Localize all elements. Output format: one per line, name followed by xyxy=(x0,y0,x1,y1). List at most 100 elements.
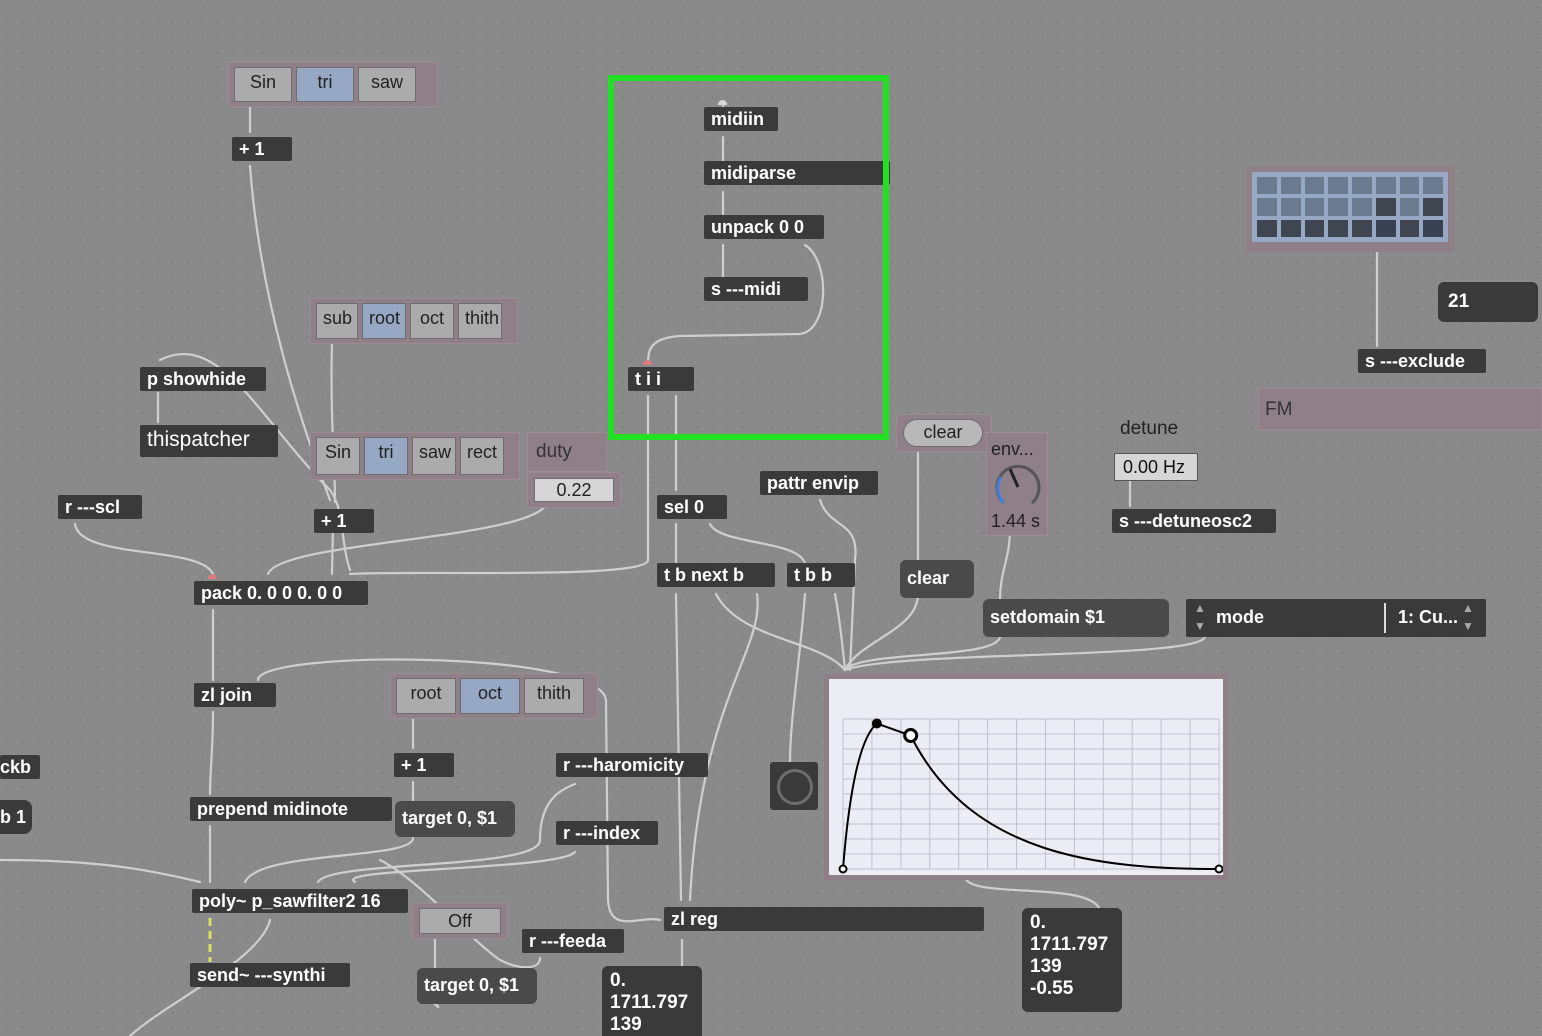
wave-saw-button[interactable]: saw xyxy=(358,67,416,102)
duty-label: duty xyxy=(536,441,572,462)
duty-label-box: duty xyxy=(527,432,607,472)
envelope-point[interactable] xyxy=(1214,864,1223,874)
dial-label: env... xyxy=(991,439,1034,459)
matrix-cell[interactable] xyxy=(1328,177,1348,195)
p-showhide-object[interactable]: p showhide xyxy=(140,367,266,391)
pack-object[interactable]: pack 0. 0 0 0. 0 0 xyxy=(194,581,368,605)
matrix-cell[interactable] xyxy=(1352,198,1372,216)
matrix-cell[interactable] xyxy=(1399,198,1420,216)
dial-knob-icon[interactable] xyxy=(990,461,1046,513)
send-synthi-object[interactable]: send~ ---synthi xyxy=(190,963,350,987)
poly-object[interactable]: poly~ p_sawfilter2 16 xyxy=(192,889,408,913)
interval2-thith-button[interactable]: thith xyxy=(524,678,584,714)
duty-number-box[interactable]: 0.22 xyxy=(527,472,621,508)
envelope-point[interactable] xyxy=(838,864,848,874)
target-message-2[interactable]: target 0, $1 xyxy=(417,968,537,1004)
setdomain-message[interactable]: setdomain $1 xyxy=(983,599,1169,637)
matrix-cell[interactable] xyxy=(1304,177,1325,195)
b-1-object[interactable]: b 1 xyxy=(0,800,32,834)
number-box-21[interactable]: 21 xyxy=(1438,282,1538,322)
selection-highlight xyxy=(608,75,889,440)
wave2-saw-button[interactable]: saw xyxy=(412,437,456,475)
interval-oct-button[interactable]: oct xyxy=(410,303,454,339)
target-message-1[interactable]: target 0, $1 xyxy=(395,801,515,837)
matrix-cell[interactable] xyxy=(1423,219,1443,237)
interval2-oct-button[interactable]: oct xyxy=(460,678,520,714)
s-exclude-object[interactable]: s ---exclude xyxy=(1358,349,1486,373)
bang-button[interactable] xyxy=(770,762,818,810)
zl-join-object[interactable]: zl join xyxy=(194,683,276,707)
waveform-menu-1[interactable]: Sin tri saw xyxy=(228,62,438,107)
r-index-object[interactable]: r ---index xyxy=(556,821,658,845)
matrix-cell[interactable] xyxy=(1257,198,1277,216)
s-detuneosc2-object[interactable]: s ---detuneosc2 xyxy=(1112,509,1276,533)
interval-thith-button[interactable]: thith xyxy=(458,303,502,339)
clear-message-box[interactable]: clear xyxy=(896,414,992,452)
wave2-tri-button[interactable]: tri xyxy=(364,437,408,475)
matrix-cell[interactable] xyxy=(1280,219,1301,237)
mode-arrows-icon: ▲ ▼ xyxy=(1194,601,1206,633)
detune-label: detune xyxy=(1120,418,1179,439)
matrix-cell[interactable] xyxy=(1352,177,1372,195)
envelope-dial-box[interactable]: env... 1.44 s xyxy=(986,432,1048,536)
clear-button[interactable]: clear xyxy=(900,560,974,598)
plus-one-object-a[interactable]: + 1 xyxy=(232,137,292,161)
toggle-box[interactable]: Off xyxy=(412,903,508,939)
wave-tri-button[interactable]: tri xyxy=(296,67,354,102)
mode-menu[interactable]: ▲ ▼ mode 1: Cu... ▲ ▼ xyxy=(1186,599,1486,637)
envelope-point[interactable] xyxy=(903,728,919,743)
matrix-cell[interactable] xyxy=(1328,198,1348,216)
matrix-cell[interactable] xyxy=(1280,198,1301,216)
matrix-cell[interactable] xyxy=(1423,198,1443,216)
envelope-point[interactable] xyxy=(871,718,882,729)
fm-label: FM xyxy=(1265,399,1293,420)
matrix-cell[interactable] xyxy=(1257,219,1277,237)
bang-circle-icon xyxy=(777,769,813,805)
zl-reg-object[interactable]: zl reg xyxy=(664,907,984,931)
off-toggle[interactable]: Off xyxy=(419,908,501,934)
matrix-cell[interactable] xyxy=(1423,177,1443,195)
matrix-cell[interactable] xyxy=(1399,219,1420,237)
r-scl-object[interactable]: r ---scl xyxy=(58,495,142,519)
mode-label: mode xyxy=(1216,607,1265,627)
wave2-rect-button[interactable]: rect xyxy=(460,437,504,475)
waveform-menu-2[interactable]: Sin tri saw rect xyxy=(310,432,520,480)
envelope-function-editor[interactable] xyxy=(824,674,1228,880)
mode-value: 1: Cu... xyxy=(1398,607,1459,627)
matrix-cell[interactable] xyxy=(1375,177,1396,195)
pattr-envip-object[interactable]: pattr envip xyxy=(760,471,878,495)
matrix-cell[interactable] xyxy=(1304,219,1325,237)
interval-root-button[interactable]: root xyxy=(362,303,406,339)
r-feeda-object[interactable]: r ---feeda xyxy=(522,929,624,953)
duty-value[interactable]: 0.22 xyxy=(534,478,614,502)
matrix-cell[interactable] xyxy=(1280,177,1301,195)
ckb-object[interactable]: ckb xyxy=(0,755,40,779)
matrix-cell[interactable] xyxy=(1328,219,1348,237)
detune-value[interactable]: 0.00 Hz xyxy=(1115,454,1197,480)
wave-sin-button[interactable]: Sin xyxy=(234,67,292,102)
r-haromicity-object[interactable]: r ---haromicity xyxy=(556,753,708,777)
sel-0-object[interactable]: sel 0 xyxy=(657,495,727,519)
matrix-cell[interactable] xyxy=(1304,198,1325,216)
thispatcher-object[interactable]: thispatcher xyxy=(140,425,278,457)
matrix-cell[interactable] xyxy=(1257,177,1277,195)
plus-one-object-b[interactable]: + 1 xyxy=(314,509,374,533)
float-output-2: 0. 1711.797 139 xyxy=(602,966,702,1036)
matrix-cell[interactable] xyxy=(1375,198,1396,216)
interval-menu-2[interactable]: root oct thith xyxy=(390,673,598,719)
mode-divider xyxy=(1384,603,1386,633)
matrix-cell[interactable] xyxy=(1375,219,1396,237)
plus-one-object-c[interactable]: + 1 xyxy=(394,753,454,777)
matrix-cell[interactable] xyxy=(1399,177,1420,195)
interval-menu-1[interactable]: sub root oct thith xyxy=(310,298,518,344)
wave2-sin-button[interactable]: Sin xyxy=(316,437,360,475)
matrix-cell[interactable] xyxy=(1352,219,1372,237)
t-b-b-object[interactable]: t b b xyxy=(787,563,855,587)
interval2-root-button[interactable]: root xyxy=(396,678,456,714)
clear-message[interactable]: clear xyxy=(903,419,983,447)
detune-number-box[interactable]: 0.00 Hz xyxy=(1114,453,1198,481)
prepend-midinote-object[interactable]: prepend midinote xyxy=(190,797,392,821)
interval-sub-button[interactable]: sub xyxy=(316,303,358,339)
matrix-control[interactable] xyxy=(1246,166,1454,252)
t-b-next-b-object[interactable]: t b next b xyxy=(657,563,775,587)
